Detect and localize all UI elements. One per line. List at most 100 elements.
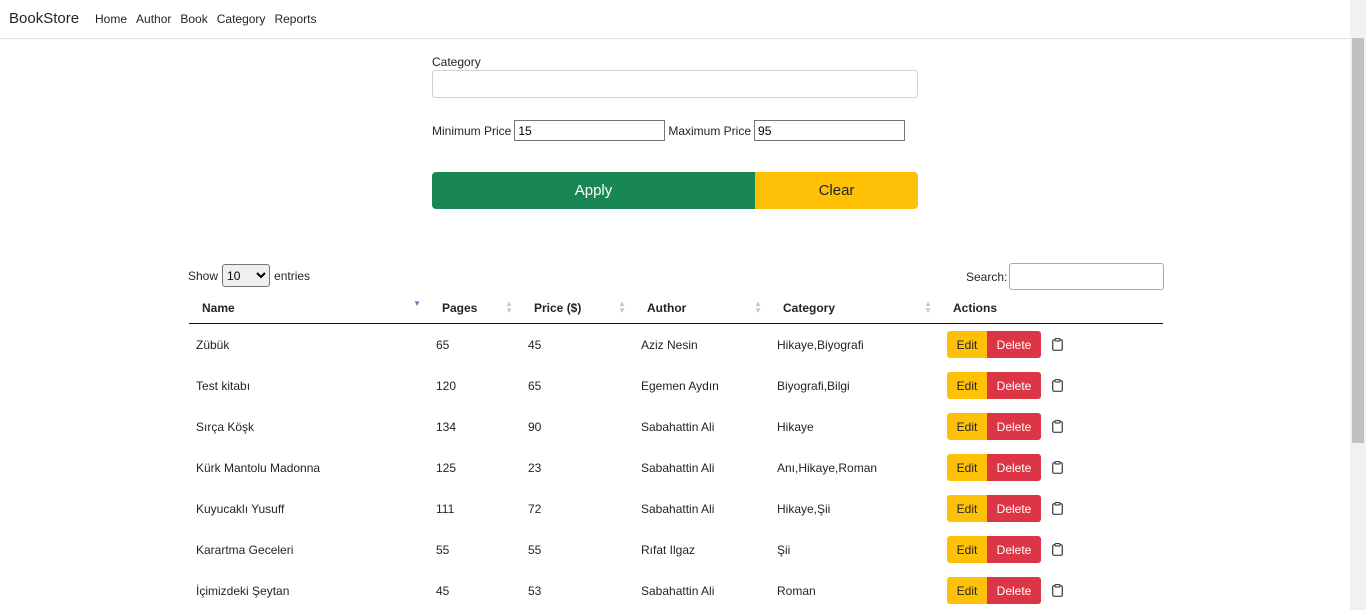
search-input[interactable] bbox=[1009, 263, 1164, 290]
delete-button[interactable]: Delete bbox=[987, 372, 1041, 399]
edit-button[interactable]: Edit bbox=[947, 454, 987, 481]
table-row: Kuyucaklı Yusuff11172Sabahattin AliHikay… bbox=[189, 488, 1163, 529]
edit-button[interactable]: Edit bbox=[947, 536, 987, 563]
pages-cell: 134 bbox=[429, 406, 521, 447]
pages-cell: 111 bbox=[429, 488, 521, 529]
delete-button[interactable]: Delete bbox=[987, 577, 1041, 604]
pages-cell: 55 bbox=[429, 529, 521, 570]
delete-button[interactable]: Delete bbox=[987, 536, 1041, 563]
price-cell: 53 bbox=[521, 570, 634, 611]
clipboard-icon[interactable] bbox=[1052, 420, 1063, 433]
sort-icon: ▲▼ bbox=[924, 300, 932, 314]
author-cell: Sabahattin Ali bbox=[634, 447, 770, 488]
book-name-cell: Zübük bbox=[189, 324, 429, 366]
price-cell: 90 bbox=[521, 406, 634, 447]
sort-icon: ▲▼ bbox=[505, 300, 513, 314]
actions-cell: EditDelete bbox=[940, 488, 1163, 529]
table-row: Zübük6545Aziz NesinHikaye,BiyografiEditD… bbox=[189, 324, 1163, 366]
actions-cell: EditDelete bbox=[940, 529, 1163, 570]
price-cell: 65 bbox=[521, 365, 634, 406]
nav-link-reports[interactable]: Reports bbox=[274, 12, 316, 26]
row-actions: EditDelete bbox=[947, 577, 1163, 604]
pages-cell: 125 bbox=[429, 447, 521, 488]
category-cell: Şii bbox=[770, 529, 940, 570]
scrollbar-thumb[interactable] bbox=[1352, 38, 1364, 443]
author-cell: Sabahattin Ali bbox=[634, 406, 770, 447]
sort-icon: ▼ bbox=[413, 300, 421, 307]
brand-link[interactable]: BookStore bbox=[9, 10, 79, 27]
sort-icon: ▲▼ bbox=[618, 300, 626, 314]
min-price-input[interactable] bbox=[514, 120, 665, 141]
nav-link-author[interactable]: Author bbox=[136, 12, 171, 26]
show-label: Show bbox=[188, 269, 218, 283]
min-price-label: Minimum Price bbox=[432, 124, 511, 138]
nav-link-home[interactable]: Home bbox=[95, 12, 127, 26]
entries-label: entries bbox=[274, 269, 310, 283]
price-cell: 45 bbox=[521, 324, 634, 366]
category-cell: Hikaye bbox=[770, 406, 940, 447]
edit-button[interactable]: Edit bbox=[947, 413, 987, 440]
edit-button[interactable]: Edit bbox=[947, 577, 987, 604]
pages-cell: 45 bbox=[429, 570, 521, 611]
book-name-cell: Kuyucaklı Yusuff bbox=[189, 488, 429, 529]
show-entries-control: Show 10 entries bbox=[188, 264, 310, 287]
nav-link-category[interactable]: Category bbox=[217, 12, 266, 26]
page-scrollbar[interactable] bbox=[1350, 0, 1366, 610]
max-price-input[interactable] bbox=[754, 120, 905, 141]
table-row: Sırça Köşk13490Sabahattin AliHikaye EditD… bbox=[189, 406, 1163, 447]
edit-button[interactable]: Edit bbox=[947, 331, 987, 358]
table-row: İçimizdeki Şeytan4553Sabahattin AliRoman… bbox=[189, 570, 1163, 611]
delete-button[interactable]: Delete bbox=[987, 331, 1041, 358]
max-price-label: Maximum Price bbox=[668, 124, 751, 138]
row-actions: EditDelete bbox=[947, 536, 1163, 563]
book-name-cell: Karartma Geceleri bbox=[189, 529, 429, 570]
actions-cell: EditDelete bbox=[940, 447, 1163, 488]
pages-cell: 120 bbox=[429, 365, 521, 406]
delete-button[interactable]: Delete bbox=[987, 454, 1041, 481]
nav-link-book[interactable]: Book bbox=[180, 12, 207, 26]
column-header-name[interactable]: Name ▼ bbox=[189, 292, 429, 324]
book-name-cell: Sırça Köşk bbox=[189, 406, 429, 447]
sort-icon: ▲▼ bbox=[754, 300, 762, 314]
column-header-pages[interactable]: Pages ▲▼ bbox=[429, 292, 521, 324]
clipboard-icon[interactable] bbox=[1052, 379, 1063, 392]
entries-select[interactable]: 10 bbox=[222, 264, 270, 287]
row-actions: EditDelete bbox=[947, 413, 1163, 440]
column-header-price[interactable]: Price ($) ▲▼ bbox=[521, 292, 634, 324]
navbar: BookStore Home Author Book Category Repo… bbox=[0, 0, 1350, 39]
books-table: Name ▼ Pages ▲▼ Price ($) ▲▼ Author ▲▼ C… bbox=[189, 292, 1163, 611]
category-filter-input[interactable] bbox=[432, 70, 918, 98]
table-row: Karartma Geceleri5555Rıfat IlgazŞiiEditD… bbox=[189, 529, 1163, 570]
table-body: Zübük6545Aziz NesinHikaye,BiyografiEditD… bbox=[189, 324, 1163, 611]
table-row: Test kitabı12065Egemen AydınBiyografi,Bi… bbox=[189, 365, 1163, 406]
category-filter-label: Category bbox=[432, 55, 481, 69]
column-header-actions: Actions bbox=[940, 292, 1163, 324]
edit-button[interactable]: Edit bbox=[947, 495, 987, 522]
price-cell: 55 bbox=[521, 529, 634, 570]
edit-button[interactable]: Edit bbox=[947, 372, 987, 399]
category-cell: Hikaye,Şii bbox=[770, 488, 940, 529]
category-cell: Roman bbox=[770, 570, 940, 611]
actions-cell: EditDelete bbox=[940, 406, 1163, 447]
book-name-cell: Kürk Mantolu Madonna bbox=[189, 447, 429, 488]
clipboard-icon[interactable] bbox=[1052, 584, 1063, 597]
author-cell: Aziz Nesin bbox=[634, 324, 770, 366]
clear-button[interactable]: Clear bbox=[755, 172, 918, 209]
column-header-author[interactable]: Author ▲▼ bbox=[634, 292, 770, 324]
pages-cell: 65 bbox=[429, 324, 521, 366]
actions-cell: EditDelete bbox=[940, 365, 1163, 406]
column-header-category[interactable]: Category ▲▼ bbox=[770, 292, 940, 324]
clipboard-icon[interactable] bbox=[1052, 543, 1063, 556]
clipboard-icon[interactable] bbox=[1052, 502, 1063, 515]
delete-button[interactable]: Delete bbox=[987, 413, 1041, 440]
author-cell: Sabahattin Ali bbox=[634, 488, 770, 529]
table-row: Kürk Mantolu Madonna12523Sabahattin AliA… bbox=[189, 447, 1163, 488]
delete-button[interactable]: Delete bbox=[987, 495, 1041, 522]
category-cell: Biyografi,Bilgi bbox=[770, 365, 940, 406]
clipboard-icon[interactable] bbox=[1052, 461, 1063, 474]
author-cell: Rıfat Ilgaz bbox=[634, 529, 770, 570]
row-actions: EditDelete bbox=[947, 372, 1163, 399]
apply-button[interactable]: Apply bbox=[432, 172, 755, 209]
clipboard-icon[interactable] bbox=[1052, 338, 1063, 351]
row-actions: EditDelete bbox=[947, 331, 1163, 358]
